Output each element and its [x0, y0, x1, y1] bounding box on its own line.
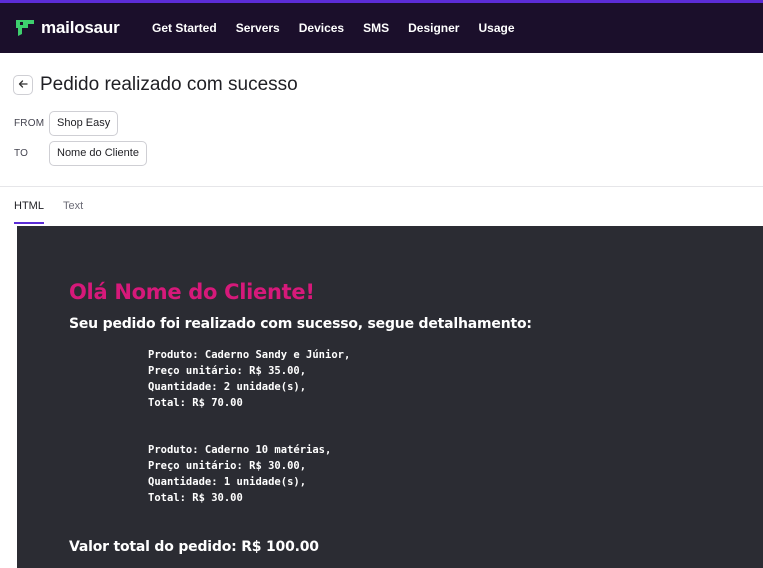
order-item: Produto: Caderno Sandy e Júnior, Preço u…	[148, 347, 350, 411]
item-total: Total: R$ 70.00	[148, 397, 243, 409]
active-tab-indicator	[14, 222, 44, 224]
main-nav: Get Started Servers Devices SMS Designer…	[152, 21, 534, 35]
email-greeting: Olá Nome do Cliente!	[69, 280, 315, 304]
email-preview: Olá Nome do Cliente! Seu pedido foi real…	[17, 226, 763, 568]
nav-designer[interactable]: Designer	[408, 21, 459, 35]
tab-html[interactable]: HTML	[14, 200, 44, 212]
view-tabs: HTML Text	[0, 187, 763, 226]
from-label: FROM	[14, 118, 45, 129]
arrow-left-icon	[18, 76, 28, 94]
item-quantity: Quantidade: 2 unidade(s),	[148, 381, 307, 393]
item-unit-price: Preço unitário: R$ 35.00,	[148, 365, 307, 377]
mailosaur-logo-icon	[14, 18, 36, 38]
brand-name: mailosaur	[41, 18, 120, 37]
nav-servers[interactable]: Servers	[236, 21, 280, 35]
brand-logo[interactable]: mailosaur	[14, 18, 140, 38]
top-navigation-bar: mailosaur Get Started Servers Devices SM…	[0, 0, 763, 53]
tab-text[interactable]: Text	[63, 200, 83, 212]
nav-usage[interactable]: Usage	[478, 21, 514, 35]
item-unit-price: Preço unitário: R$ 30.00,	[148, 460, 307, 472]
nav-sms[interactable]: SMS	[363, 21, 389, 35]
back-button[interactable]	[13, 75, 33, 95]
order-item: Produto: Caderno 10 matérias, Preço unit…	[148, 442, 331, 506]
message-subject: Pedido realizado com sucesso	[40, 74, 298, 95]
message-header: Pedido realizado com sucesso FROM Shop E…	[0, 53, 763, 187]
to-chip[interactable]: Nome do Cliente	[49, 141, 147, 166]
item-total: Total: R$ 30.00	[148, 492, 243, 504]
nav-devices[interactable]: Devices	[299, 21, 344, 35]
item-product: Produto: Caderno 10 matérias,	[148, 444, 332, 456]
item-quantity: Quantidade: 1 unidade(s),	[148, 476, 307, 488]
nav-get-started[interactable]: Get Started	[152, 21, 217, 35]
from-chip[interactable]: Shop Easy	[49, 111, 119, 136]
email-intro: Seu pedido foi realizado com sucesso, se…	[69, 316, 532, 332]
item-product: Produto: Caderno Sandy e Júnior,	[148, 349, 351, 361]
to-label: TO	[14, 148, 29, 159]
order-grand-total: Valor total do pedido: R$ 100.00	[69, 539, 319, 555]
